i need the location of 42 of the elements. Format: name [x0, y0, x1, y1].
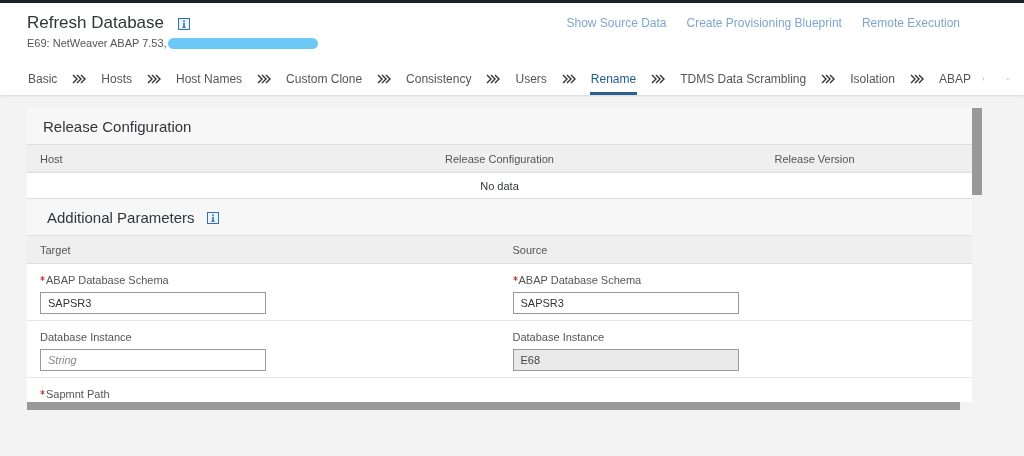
step-chevron-icon: [651, 74, 666, 84]
step-tab[interactable]: Host Names: [175, 69, 244, 95]
field-label: Database Instance: [40, 331, 132, 343]
field-label: ABAP Database Schema: [518, 274, 642, 286]
section-title: Additional Parameters: [47, 208, 195, 226]
step-tab[interactable]: Consistency: [405, 69, 473, 95]
text-field[interactable]: SAPSR3: [512, 292, 739, 314]
field-label: Sapmnt Path: [46, 388, 110, 400]
step-chevron-icon: [909, 74, 924, 84]
step-tab[interactable]: Rename: [589, 69, 638, 95]
step-tab[interactable]: Isolation: [849, 69, 896, 95]
column-header: Source: [511, 243, 549, 256]
field-label: ABAP Database Schema: [46, 274, 169, 286]
step-chevron-icon: [821, 74, 836, 84]
step-tab[interactable]: Custom Clone: [285, 69, 364, 95]
step-chevron-icon: [486, 74, 501, 84]
text-field[interactable]: SAPSR3: [40, 292, 266, 314]
field-label: Database Instance: [512, 331, 605, 343]
step-chevron-icon: [147, 74, 162, 84]
step-chevron-icon: [257, 74, 272, 84]
info-icon[interactable]: [206, 212, 219, 224]
section-title: Release Configuration: [43, 117, 192, 135]
column-header: Release Version: [773, 152, 856, 165]
vertical-scrollbar[interactable]: [972, 108, 982, 195]
text-field[interactable]: E68: [512, 349, 739, 371]
step-chevron-icon: [377, 74, 392, 84]
horizontal-scrollbar[interactable]: [27, 402, 960, 410]
step-tab[interactable]: Users: [514, 69, 548, 95]
text-field[interactable]: String: [40, 349, 266, 371]
column-header: Release Configuration: [444, 152, 555, 165]
info-icon[interactable]: [178, 18, 191, 30]
column-header: Host: [39, 152, 64, 165]
step-tab[interactable]: TDMS Data Scrambling: [679, 69, 808, 95]
step-chevron-icon: [561, 74, 576, 84]
step-chevron-icon: [72, 74, 87, 84]
column-header: Target: [39, 243, 72, 256]
empty-table-text: No data: [480, 179, 519, 192]
step-tab[interactable]: Hosts: [100, 69, 134, 95]
system-subtitle: E69: NetWeaver ABAP 7.53,: [27, 37, 167, 49]
step-tab[interactable]: ABAP: [937, 69, 972, 95]
step-tab[interactable]: Basic: [27, 69, 59, 95]
page-title: Refresh Database: [27, 13, 165, 33]
